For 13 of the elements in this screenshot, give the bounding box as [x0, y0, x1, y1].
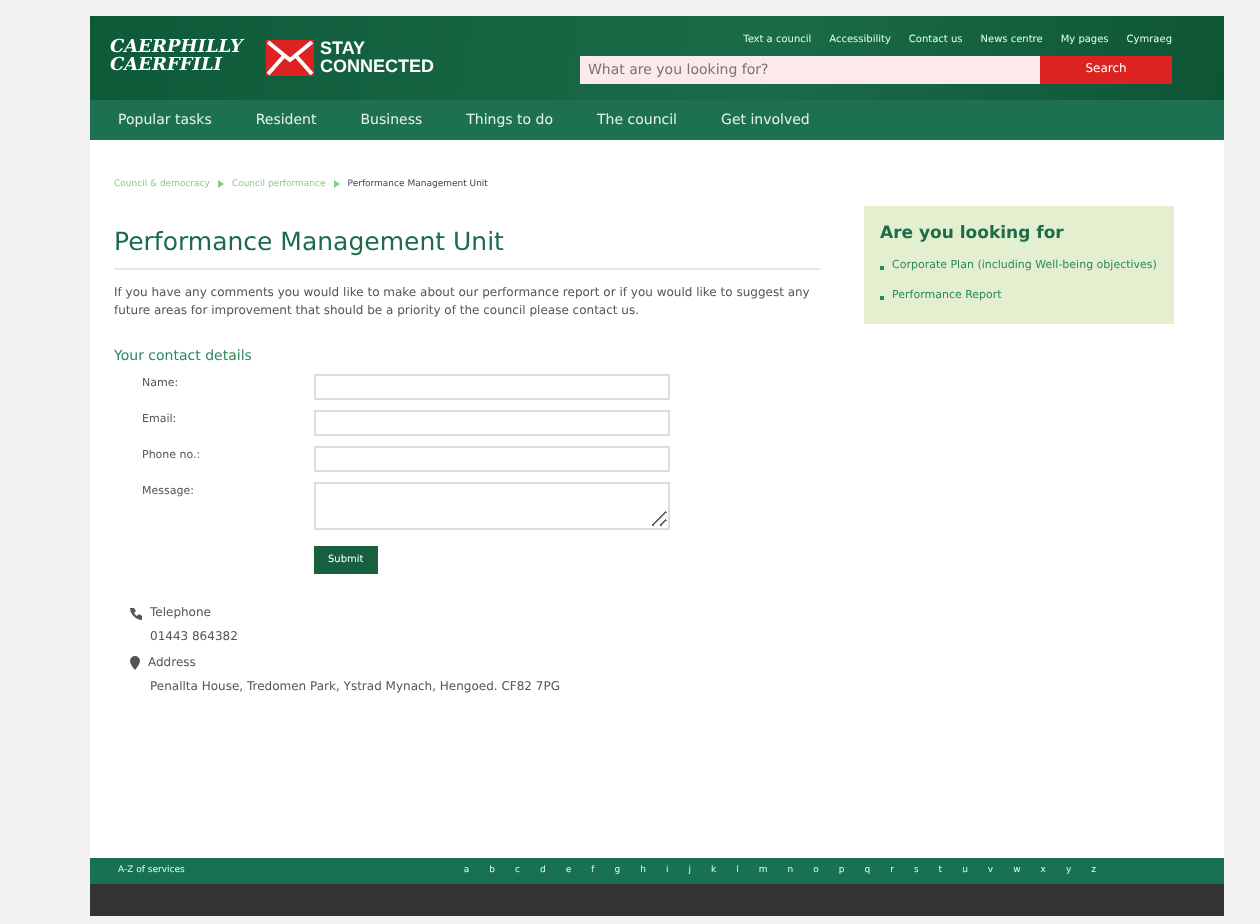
stay-connected-logo[interactable]: STAY CONNECTED — [320, 40, 435, 76]
input-field[interactable] — [314, 410, 670, 436]
page-title: Performance Management Unit — [114, 226, 820, 270]
logo[interactable]: CAERPHILLY CAERFFILI — [110, 40, 250, 76]
envelope-icon — [266, 40, 314, 76]
phone-icon — [130, 607, 142, 619]
sidebar-title: Are you looking for — [880, 224, 1066, 244]
chevron-icon — [217, 180, 224, 188]
input-field[interactable] — [314, 374, 670, 400]
input-field[interactable] — [314, 446, 670, 472]
location-pin-icon — [130, 656, 140, 670]
chevron-icon — [333, 180, 340, 188]
message-field[interactable] — [314, 482, 670, 530]
